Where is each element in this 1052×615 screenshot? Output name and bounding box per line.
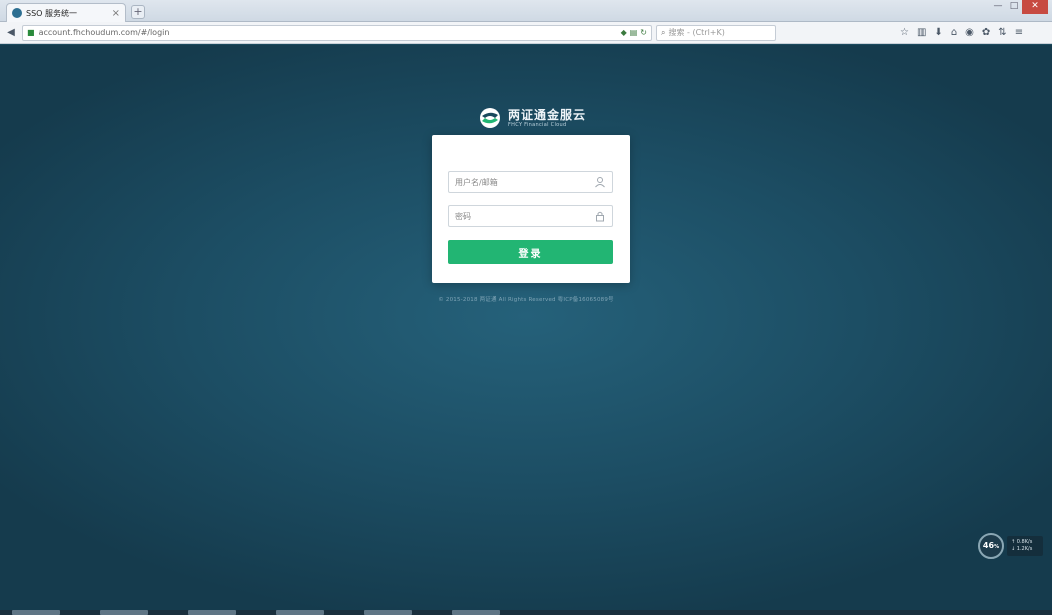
login-page: 两证通金服云 FHCY Financial Cloud 登录 © 2015-20… [0, 45, 1052, 610]
home-icon[interactable]: ⌂ [951, 27, 957, 38]
brand-logo: 两证通金服云 FHCY Financial Cloud [478, 107, 586, 129]
upload-speed: ↑ 0.8K/s [1011, 539, 1033, 545]
login-card: 登录 [432, 135, 630, 283]
browser-tab[interactable]: SSO 服务统一 × [6, 3, 126, 22]
close-window-button[interactable]: ✕ [1022, 0, 1048, 14]
sync-icon[interactable]: ⇅ [998, 27, 1006, 38]
speed-unit: % [994, 544, 1000, 550]
reader-icon[interactable]: ▤ [630, 28, 638, 37]
user-icon [595, 177, 605, 188]
search-icon: ⌕ [661, 27, 666, 37]
address-bar[interactable]: ■ account.fhchoudum.com/#/login ◆ ▤ ↻ [22, 24, 652, 41]
lock-icon [596, 211, 604, 222]
menu-icon[interactable]: ≡ [1015, 27, 1023, 38]
url-text[interactable]: account.fhchoudum.com/#/login [39, 28, 617, 37]
library-icon[interactable]: ▥ [917, 27, 926, 38]
download-icon[interactable]: ⬇ [934, 27, 942, 38]
taskbar-item[interactable] [364, 610, 412, 615]
back-icon[interactable]: ◀ [4, 26, 18, 40]
logo-text: 两证通金服云 FHCY Financial Cloud [508, 108, 586, 129]
network-speed-widget[interactable]: 46% ↑ 0.8K/s ↓ 1.2K/s [978, 533, 1043, 559]
taskbar-item[interactable] [276, 610, 324, 615]
favicon-icon [12, 8, 22, 18]
taskbar-item[interactable] [100, 610, 148, 615]
search-placeholder: 搜索 - (Ctrl+K) [668, 28, 725, 37]
logo-subtitle: FHCY Financial Cloud [508, 121, 567, 128]
password-field[interactable] [448, 205, 613, 227]
speed-panel: ↑ 0.8K/s ↓ 1.2K/s [1007, 536, 1043, 556]
reload-icon[interactable]: ↻ [640, 28, 647, 37]
tab-close-icon[interactable]: × [112, 8, 120, 19]
window-title [480, 5, 600, 14]
maximize-button[interactable]: □ [1006, 0, 1022, 14]
copyright-text: © 2015-2018 两证通 All Rights Reserved 粤ICP… [438, 297, 614, 303]
pocket-icon[interactable]: ◉ [965, 27, 974, 38]
taskbar-item[interactable] [12, 610, 60, 615]
toolbar-icons: ☆ ▥ ⬇ ⌂ ◉ ✿ ⇅ ≡ [900, 27, 1023, 38]
download-speed: ↓ 1.2K/s [1011, 546, 1033, 552]
browser-nav-bar: ◀ ■ account.fhchoudum.com/#/login ◆ ▤ ↻ … [0, 22, 1052, 44]
shield-icon[interactable]: ◆ [621, 28, 627, 37]
taskbar-item[interactable] [452, 610, 500, 615]
taskbar-item[interactable] [188, 610, 236, 615]
login-button[interactable]: 登录 [448, 240, 613, 264]
logo-title: 两证通金服云 [508, 107, 587, 122]
username-field[interactable] [448, 171, 613, 193]
os-taskbar [0, 610, 1052, 615]
new-tab-button[interactable]: + [131, 5, 145, 19]
logo-mark-icon [478, 107, 502, 129]
search-bar[interactable]: ⌕ 搜索 - (Ctrl+K) [656, 24, 776, 41]
window-controls: — □ ✕ [990, 0, 1048, 14]
minimize-button[interactable]: — [990, 0, 1006, 14]
speed-percentage: 46% [978, 533, 1004, 559]
lock-icon: ■ [27, 28, 35, 37]
tab-title: SSO 服务统一 [26, 8, 77, 18]
extension-icon[interactable]: ✿ [982, 27, 990, 38]
browser-tab-bar: SSO 服务统一 × + — □ ✕ [0, 0, 1052, 22]
speed-value: 46 [982, 541, 995, 550]
username-input[interactable] [455, 177, 594, 187]
bookmark-star-icon[interactable]: ☆ [900, 27, 909, 38]
password-input[interactable] [455, 211, 594, 221]
address-bar-actions: ◆ ▤ ↻ [621, 28, 647, 37]
